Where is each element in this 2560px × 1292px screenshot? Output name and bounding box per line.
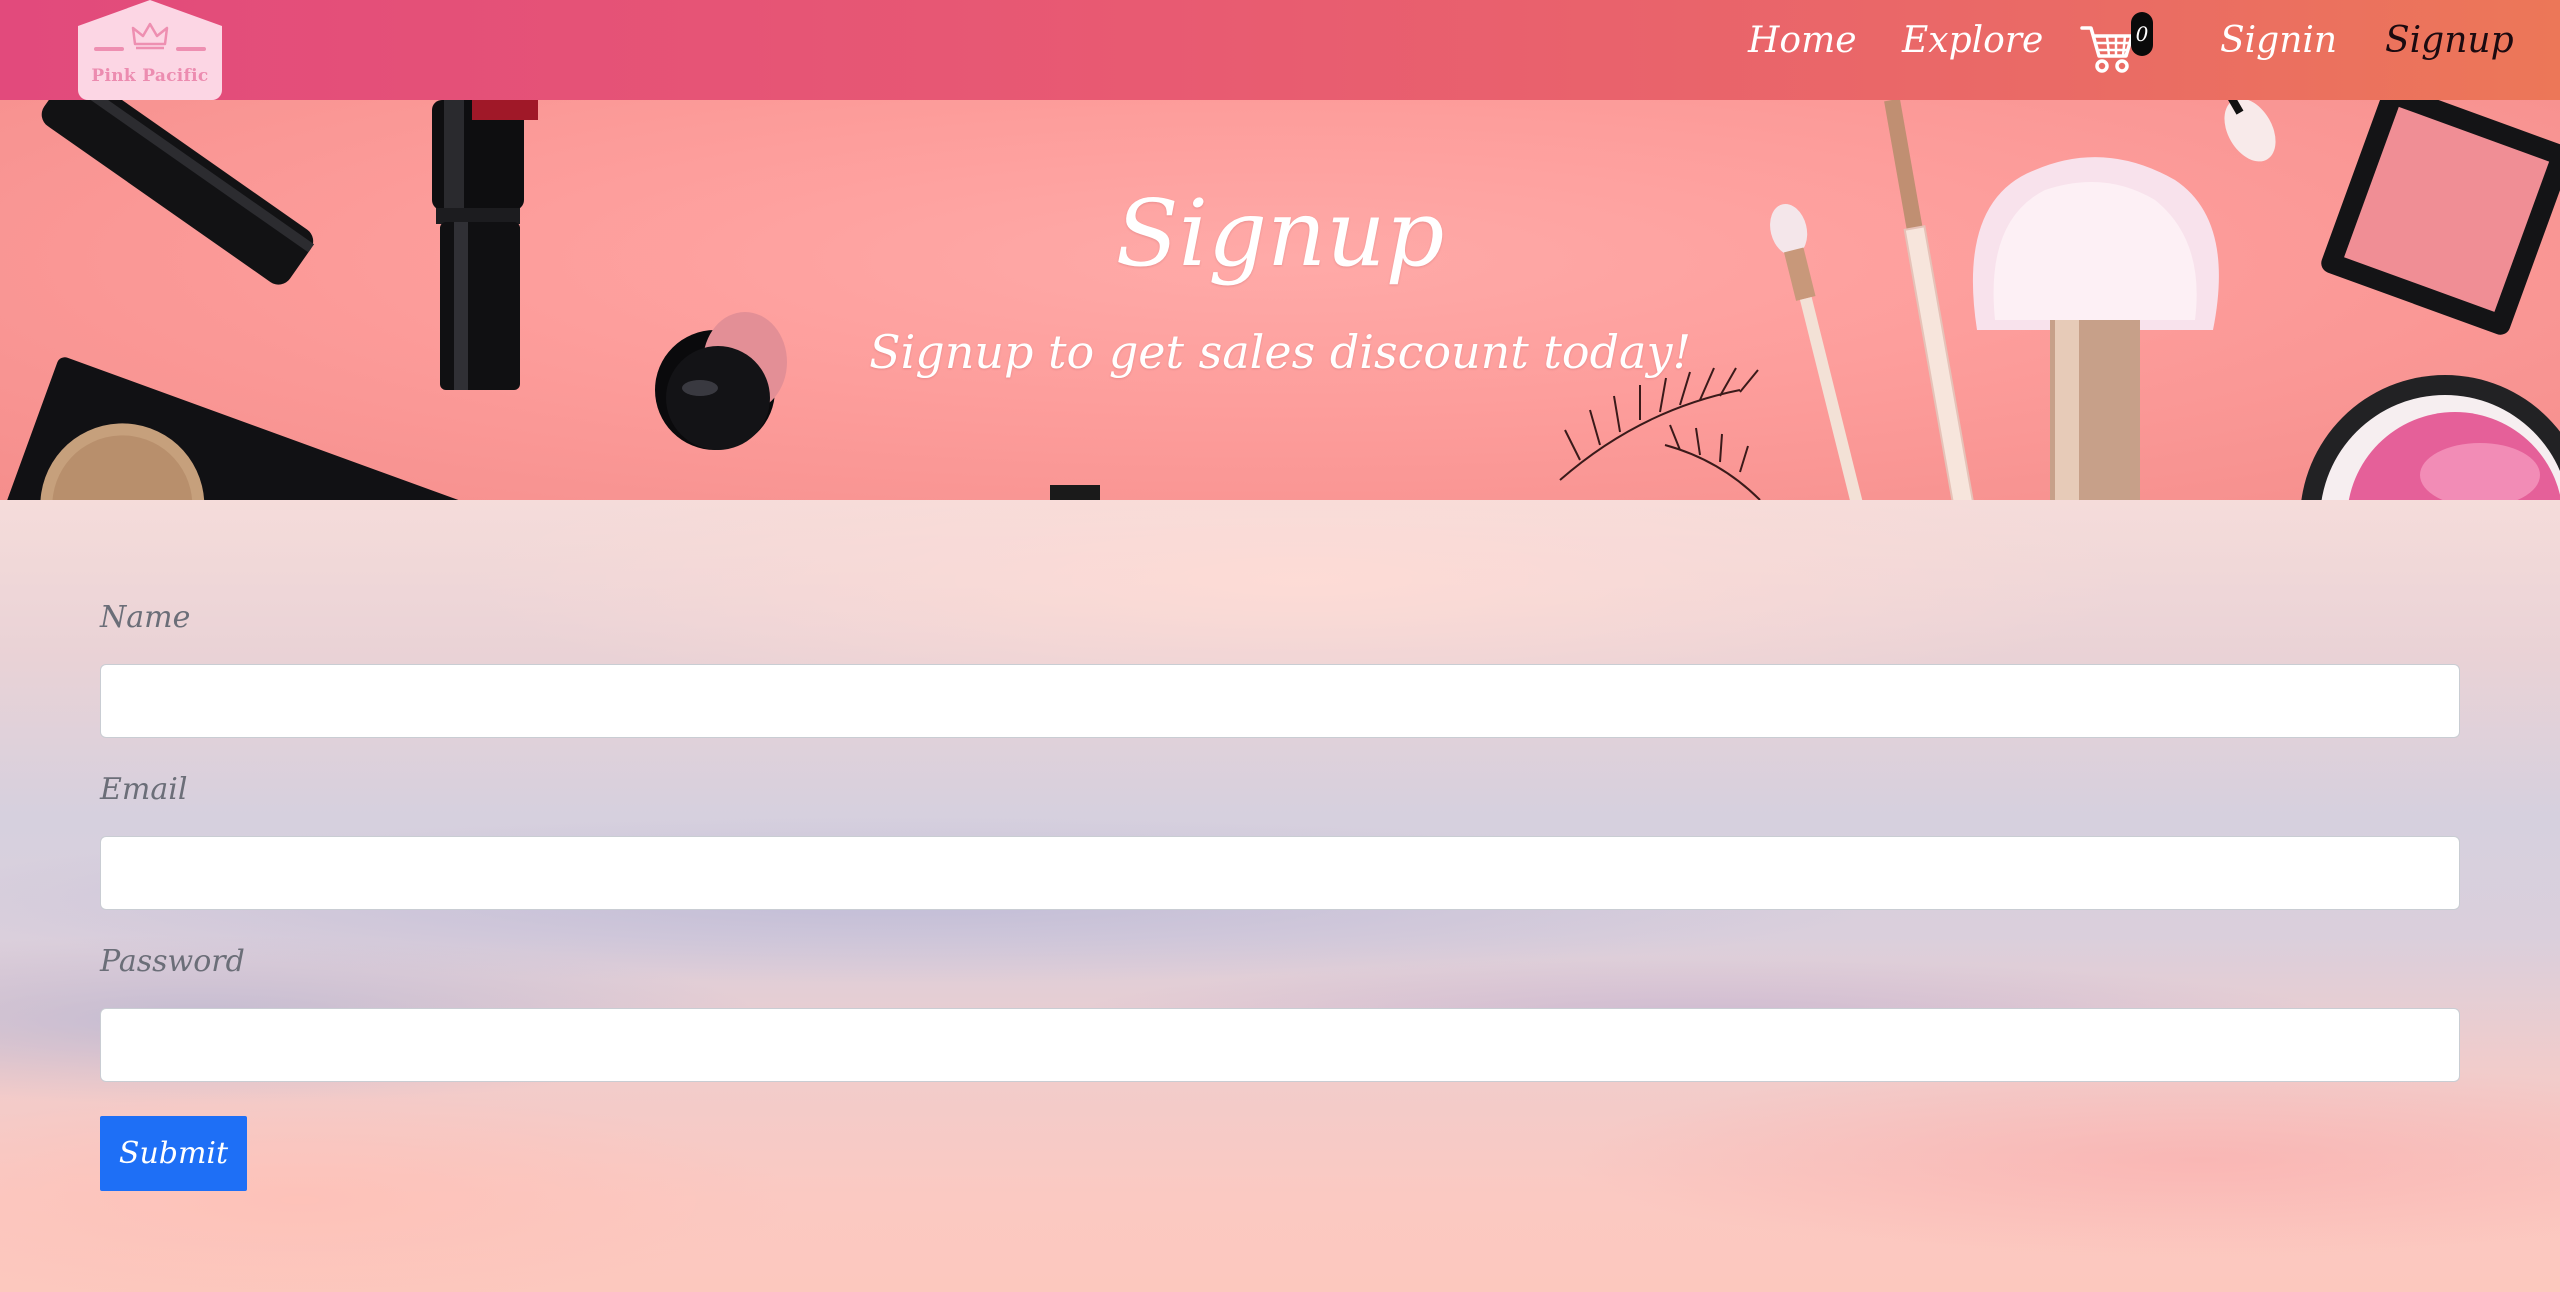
- nav-signup-link[interactable]: Signup: [2385, 20, 2514, 61]
- logo-divider-left: [94, 47, 124, 51]
- password-label: Password: [100, 944, 245, 979]
- cosmetics-background-image: [0, 100, 2560, 500]
- navbar: Pink Pacific Home Explore 0 Signin Signu…: [0, 0, 2560, 100]
- crown-icon: [131, 22, 169, 50]
- name-input[interactable]: [100, 664, 2460, 738]
- cart-count-badge: 0: [2131, 12, 2153, 56]
- logo-divider-right: [176, 47, 206, 51]
- nav-home-link[interactable]: Home: [1748, 20, 1857, 61]
- signup-form-section: Name Email Password Submit: [0, 500, 2560, 1292]
- email-label: Email: [100, 772, 188, 807]
- submit-button[interactable]: Submit: [100, 1116, 247, 1191]
- email-input[interactable]: [100, 836, 2460, 910]
- nav-explore-link[interactable]: Explore: [1902, 20, 2043, 61]
- cart-icon[interactable]: [2080, 22, 2136, 74]
- name-label: Name: [100, 600, 191, 635]
- hero-title: Signup: [1115, 180, 1445, 287]
- logo[interactable]: Pink Pacific: [78, 0, 222, 100]
- logo-text: Pink Pacific: [91, 66, 209, 86]
- hero-subtitle: Signup to get sales discount today!: [869, 325, 1691, 379]
- hero-banner: Signup Signup to get sales discount toda…: [0, 100, 2560, 500]
- password-input[interactable]: [100, 1008, 2460, 1082]
- nav-signin-link[interactable]: Signin: [2220, 20, 2337, 61]
